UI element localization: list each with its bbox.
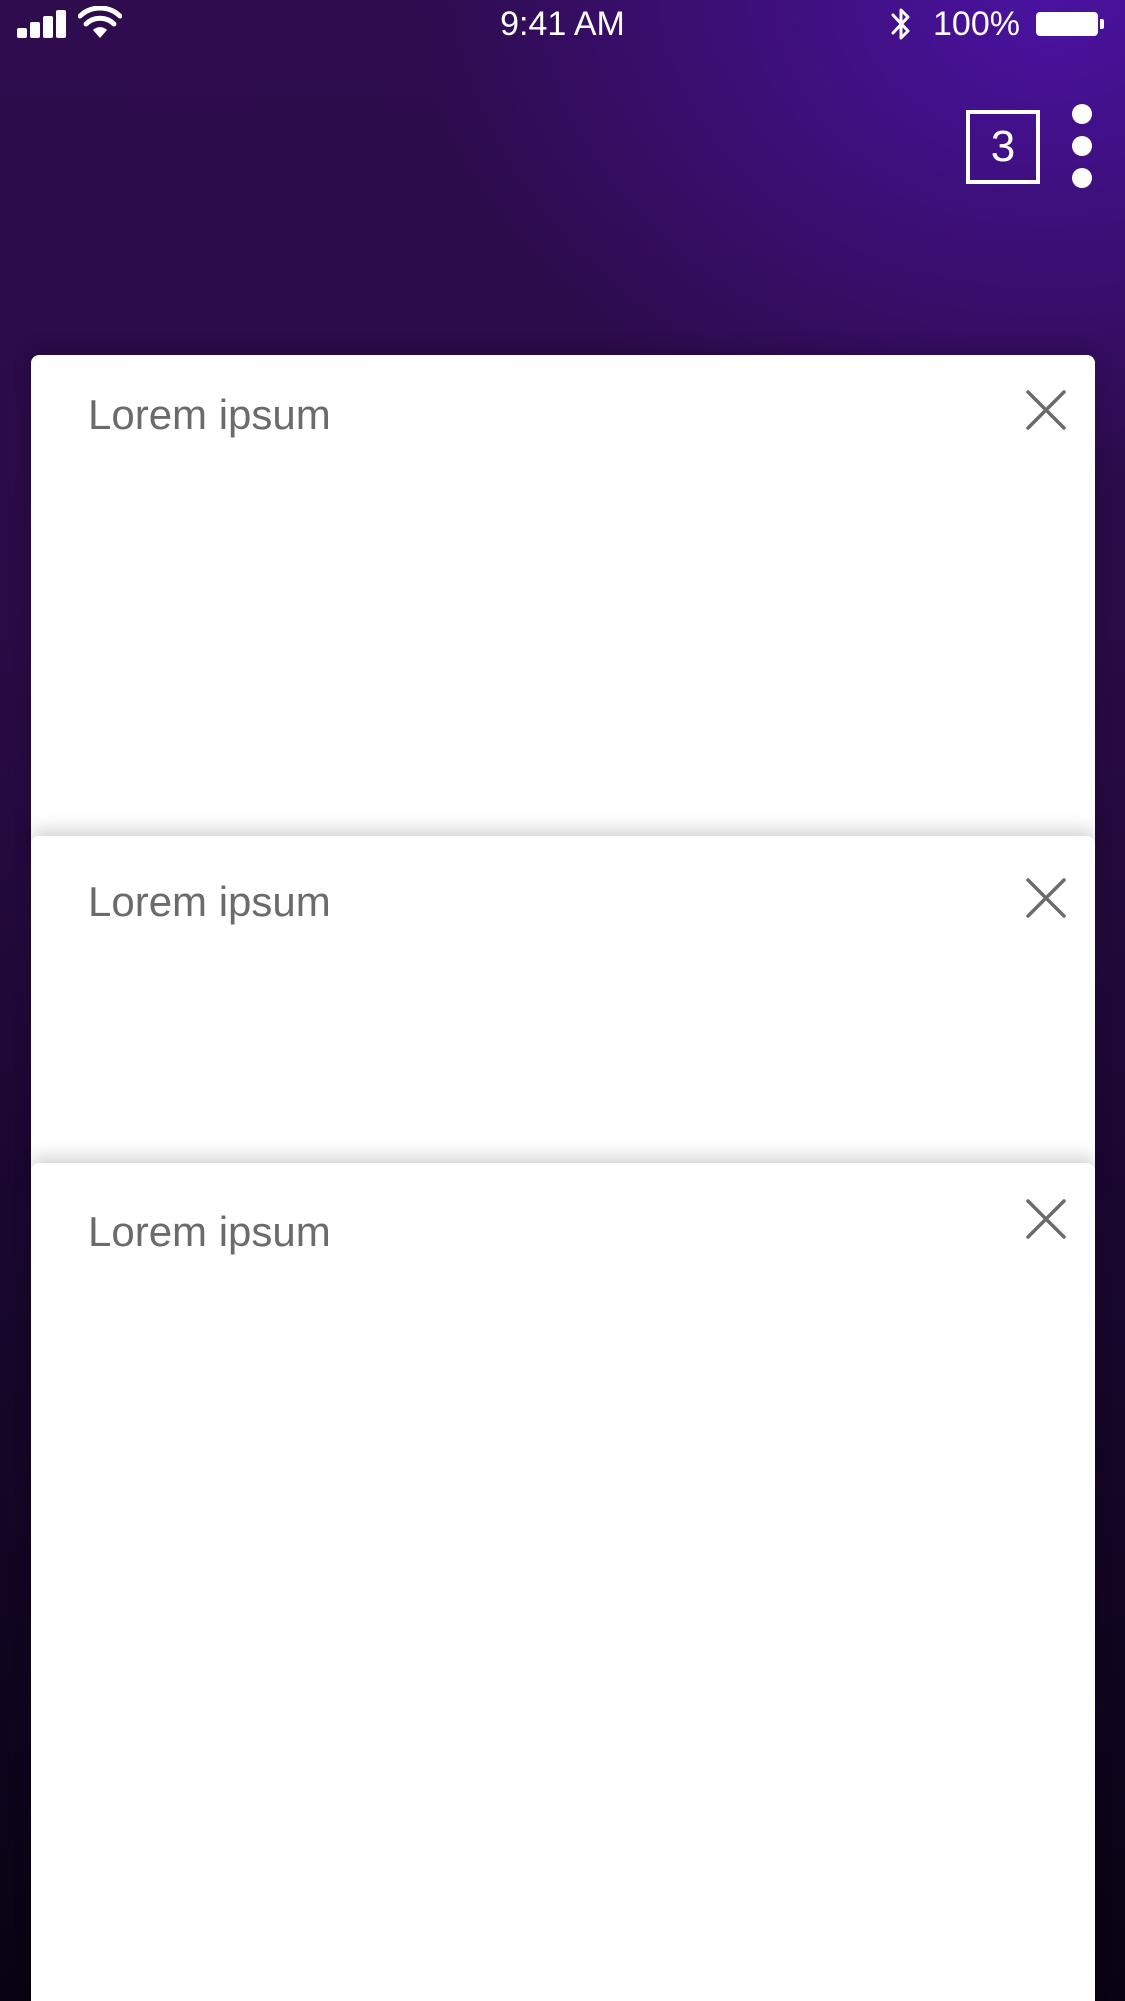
close-icon[interactable] bbox=[1024, 876, 1068, 920]
close-icon[interactable] bbox=[1024, 388, 1068, 432]
tab-card[interactable]: Lorem ipsum bbox=[31, 1163, 1095, 2001]
tab-card-title: Lorem ipsum bbox=[88, 878, 331, 925]
battery-percent: 100% bbox=[933, 5, 1020, 43]
tab-count-button[interactable]: 3 bbox=[966, 110, 1040, 184]
tab-card[interactable]: Lorem ipsum bbox=[31, 836, 1095, 1196]
battery-tip bbox=[1100, 19, 1104, 29]
tab-card-title: Lorem ipsum bbox=[88, 391, 331, 438]
status-bar: 9:41 AM 100% bbox=[0, 0, 1125, 48]
bluetooth-icon bbox=[891, 8, 910, 40]
tab-card-title: Lorem ipsum bbox=[88, 1208, 331, 1255]
more-vertical-icon[interactable] bbox=[1063, 100, 1101, 192]
tab-card[interactable]: Lorem ipsum bbox=[31, 355, 1095, 855]
close-icon[interactable] bbox=[1024, 1197, 1068, 1241]
battery-icon bbox=[1036, 12, 1098, 36]
